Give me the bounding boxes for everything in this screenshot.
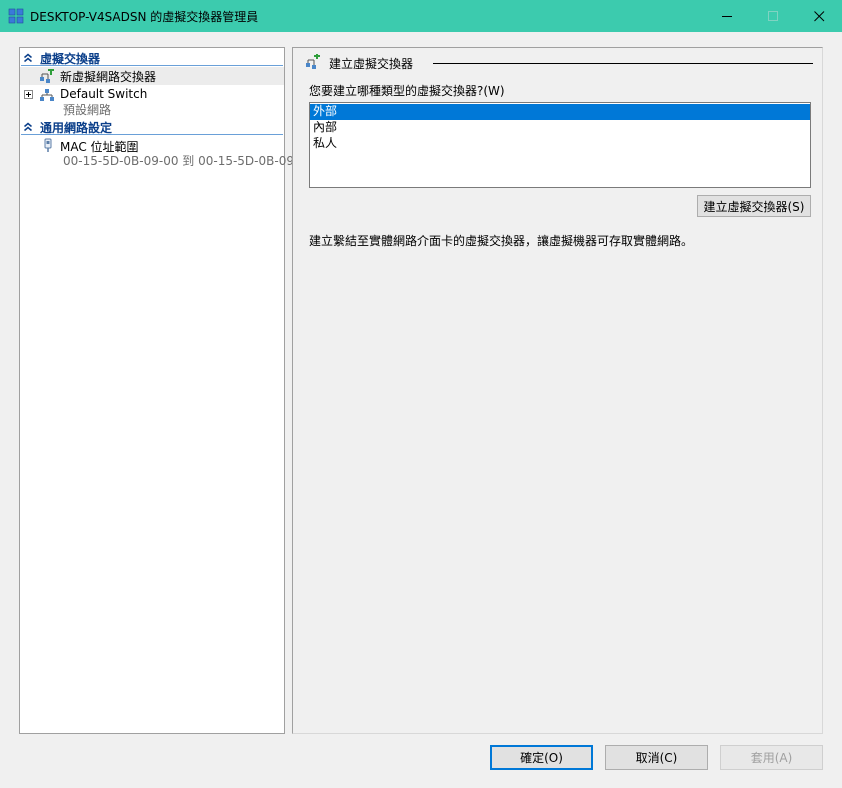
- switch-type-listbox[interactable]: 外部 內部 私人: [309, 102, 811, 188]
- close-icon: [813, 10, 824, 21]
- tree-item-sublabel: 預設網路: [63, 103, 112, 117]
- tree-item-default-switch-sub: 預設網路: [20, 101, 284, 119]
- minimize-button[interactable]: [704, 0, 750, 32]
- group-divider: [433, 63, 813, 64]
- tree-item-mac-range-sub: 00-15-5D-0B-09-00 到 00-15-5D-0B-09-FF: [20, 152, 312, 170]
- group-header: 建立虛擬交換器: [305, 54, 813, 72]
- expand-plus-icon[interactable]: [24, 90, 33, 99]
- minimize-icon: [721, 15, 732, 17]
- network-manager-icon: [8, 8, 24, 24]
- tree-item-label: 新虛擬網路交換器: [60, 70, 157, 84]
- tree-item-label: Default Switch: [60, 87, 148, 101]
- switch-type-question: 您要建立哪種類型的虛擬交換器?(W): [309, 84, 505, 98]
- ok-button[interactable]: 確定(O): [490, 745, 593, 770]
- navigation-tree[interactable]: 虛擬交換器 新虛擬網路交換器 Default Switch 預設網路 通用網路設…: [19, 47, 312, 734]
- tree-item-sublabel: 00-15-5D-0B-09-00 到 00-15-5D-0B-09-FF: [63, 154, 313, 168]
- window-title: DESKTOP-V4SADSN 的虛擬交換器管理員: [30, 10, 259, 24]
- switch-type-option-external[interactable]: 外部: [310, 104, 810, 120]
- section-global-network-settings[interactable]: 通用網路設定: [20, 119, 284, 135]
- collapse-chevron-icon: [24, 122, 32, 132]
- tree-item-new-switch[interactable]: 新虛擬網路交換器: [20, 67, 284, 85]
- detail-pane: 建立虛擬交換器 您要建立哪種類型的虛擬交換器?(W) 外部 內部 私人 建立虛擬…: [292, 47, 823, 734]
- switch-type-option-internal[interactable]: 內部: [310, 120, 810, 136]
- create-switch-button[interactable]: 建立虛擬交換器(S): [697, 195, 811, 217]
- cancel-button[interactable]: 取消(C): [605, 745, 708, 770]
- switch-type-option-private[interactable]: 私人: [310, 136, 810, 152]
- maximize-button[interactable]: [750, 0, 796, 32]
- collapse-chevron-icon: [24, 53, 32, 63]
- new-switch-icon: [306, 54, 320, 69]
- section-divider: [21, 65, 283, 66]
- section-divider: [21, 134, 283, 135]
- switch-type-description: 建立繫結至實體網路介面卡的虛擬交換器，讓虛擬機器可存取實體網路。: [309, 234, 694, 248]
- apply-button[interactable]: 套用(A): [720, 745, 823, 770]
- title-bar[interactable]: DESKTOP-V4SADSN 的虛擬交換器管理員: [0, 0, 842, 32]
- new-switch-icon: [40, 69, 54, 83]
- close-button[interactable]: [796, 0, 842, 32]
- maximize-icon: [767, 10, 778, 21]
- section-virtual-switches[interactable]: 虛擬交換器: [20, 50, 284, 66]
- group-title: 建立虛擬交換器: [329, 57, 414, 71]
